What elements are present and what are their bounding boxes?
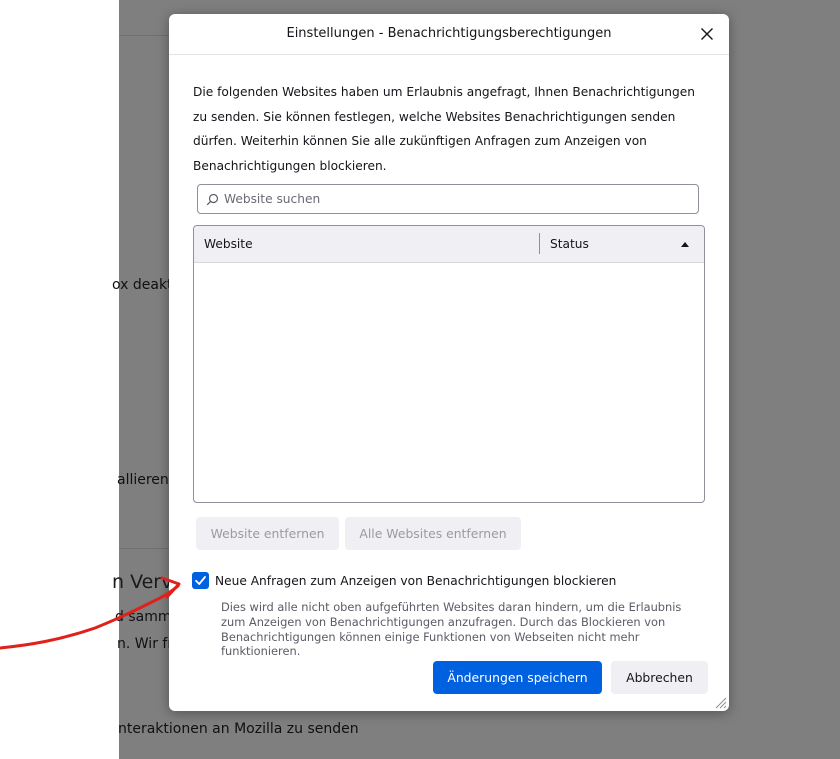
background-text: n. Wir fr — [117, 636, 174, 652]
block-new-requests-label[interactable]: Neue Anfragen zum Anzeigen von Benachric… — [215, 574, 616, 588]
save-changes-button[interactable]: Änderungen speichern — [433, 661, 602, 694]
remove-all-websites-button[interactable]: Alle Websites entfernen — [345, 517, 521, 550]
cancel-button[interactable]: Abbrechen — [611, 661, 708, 694]
checkmark-icon — [195, 576, 206, 585]
background-text: nteraktionen an Mozilla zu senden — [118, 721, 359, 737]
notification-permissions-dialog: Einstellungen - Benachrichtigungsberecht… — [169, 14, 729, 711]
remove-website-button[interactable]: Website entfernen — [196, 517, 339, 550]
dialog-description: Die folgenden Websites haben um Erlaubni… — [193, 85, 695, 173]
dialog-title: Einstellungen - Benachrichtigungsberecht… — [286, 26, 612, 41]
search-field[interactable] — [197, 184, 699, 214]
resize-grip-icon[interactable] — [713, 695, 727, 709]
close-icon — [701, 28, 713, 40]
sort-ascending-icon — [681, 242, 689, 247]
background-text: allieren — [117, 472, 169, 488]
block-new-requests-checkbox[interactable] — [192, 572, 209, 589]
table-body[interactable] — [194, 263, 704, 502]
background-text: d samm — [115, 609, 172, 625]
search-input[interactable] — [224, 192, 684, 206]
left-blank-area — [0, 0, 119, 759]
block-new-requests-description: Dies wird alle nicht oben aufgeführten W… — [221, 600, 682, 659]
column-header-status[interactable]: Status — [550, 237, 589, 251]
column-separator[interactable] — [539, 233, 540, 254]
dialog-titlebar: Einstellungen - Benachrichtigungsberecht… — [169, 14, 729, 55]
close-button[interactable] — [695, 22, 719, 46]
column-header-website[interactable]: Website — [204, 237, 253, 251]
background-heading: n Verv — [112, 571, 173, 593]
table-header: Website Status — [194, 226, 704, 263]
background-text: ox deakt — [112, 277, 173, 293]
search-icon — [206, 192, 220, 206]
website-permissions-table: Website Status — [193, 225, 705, 503]
